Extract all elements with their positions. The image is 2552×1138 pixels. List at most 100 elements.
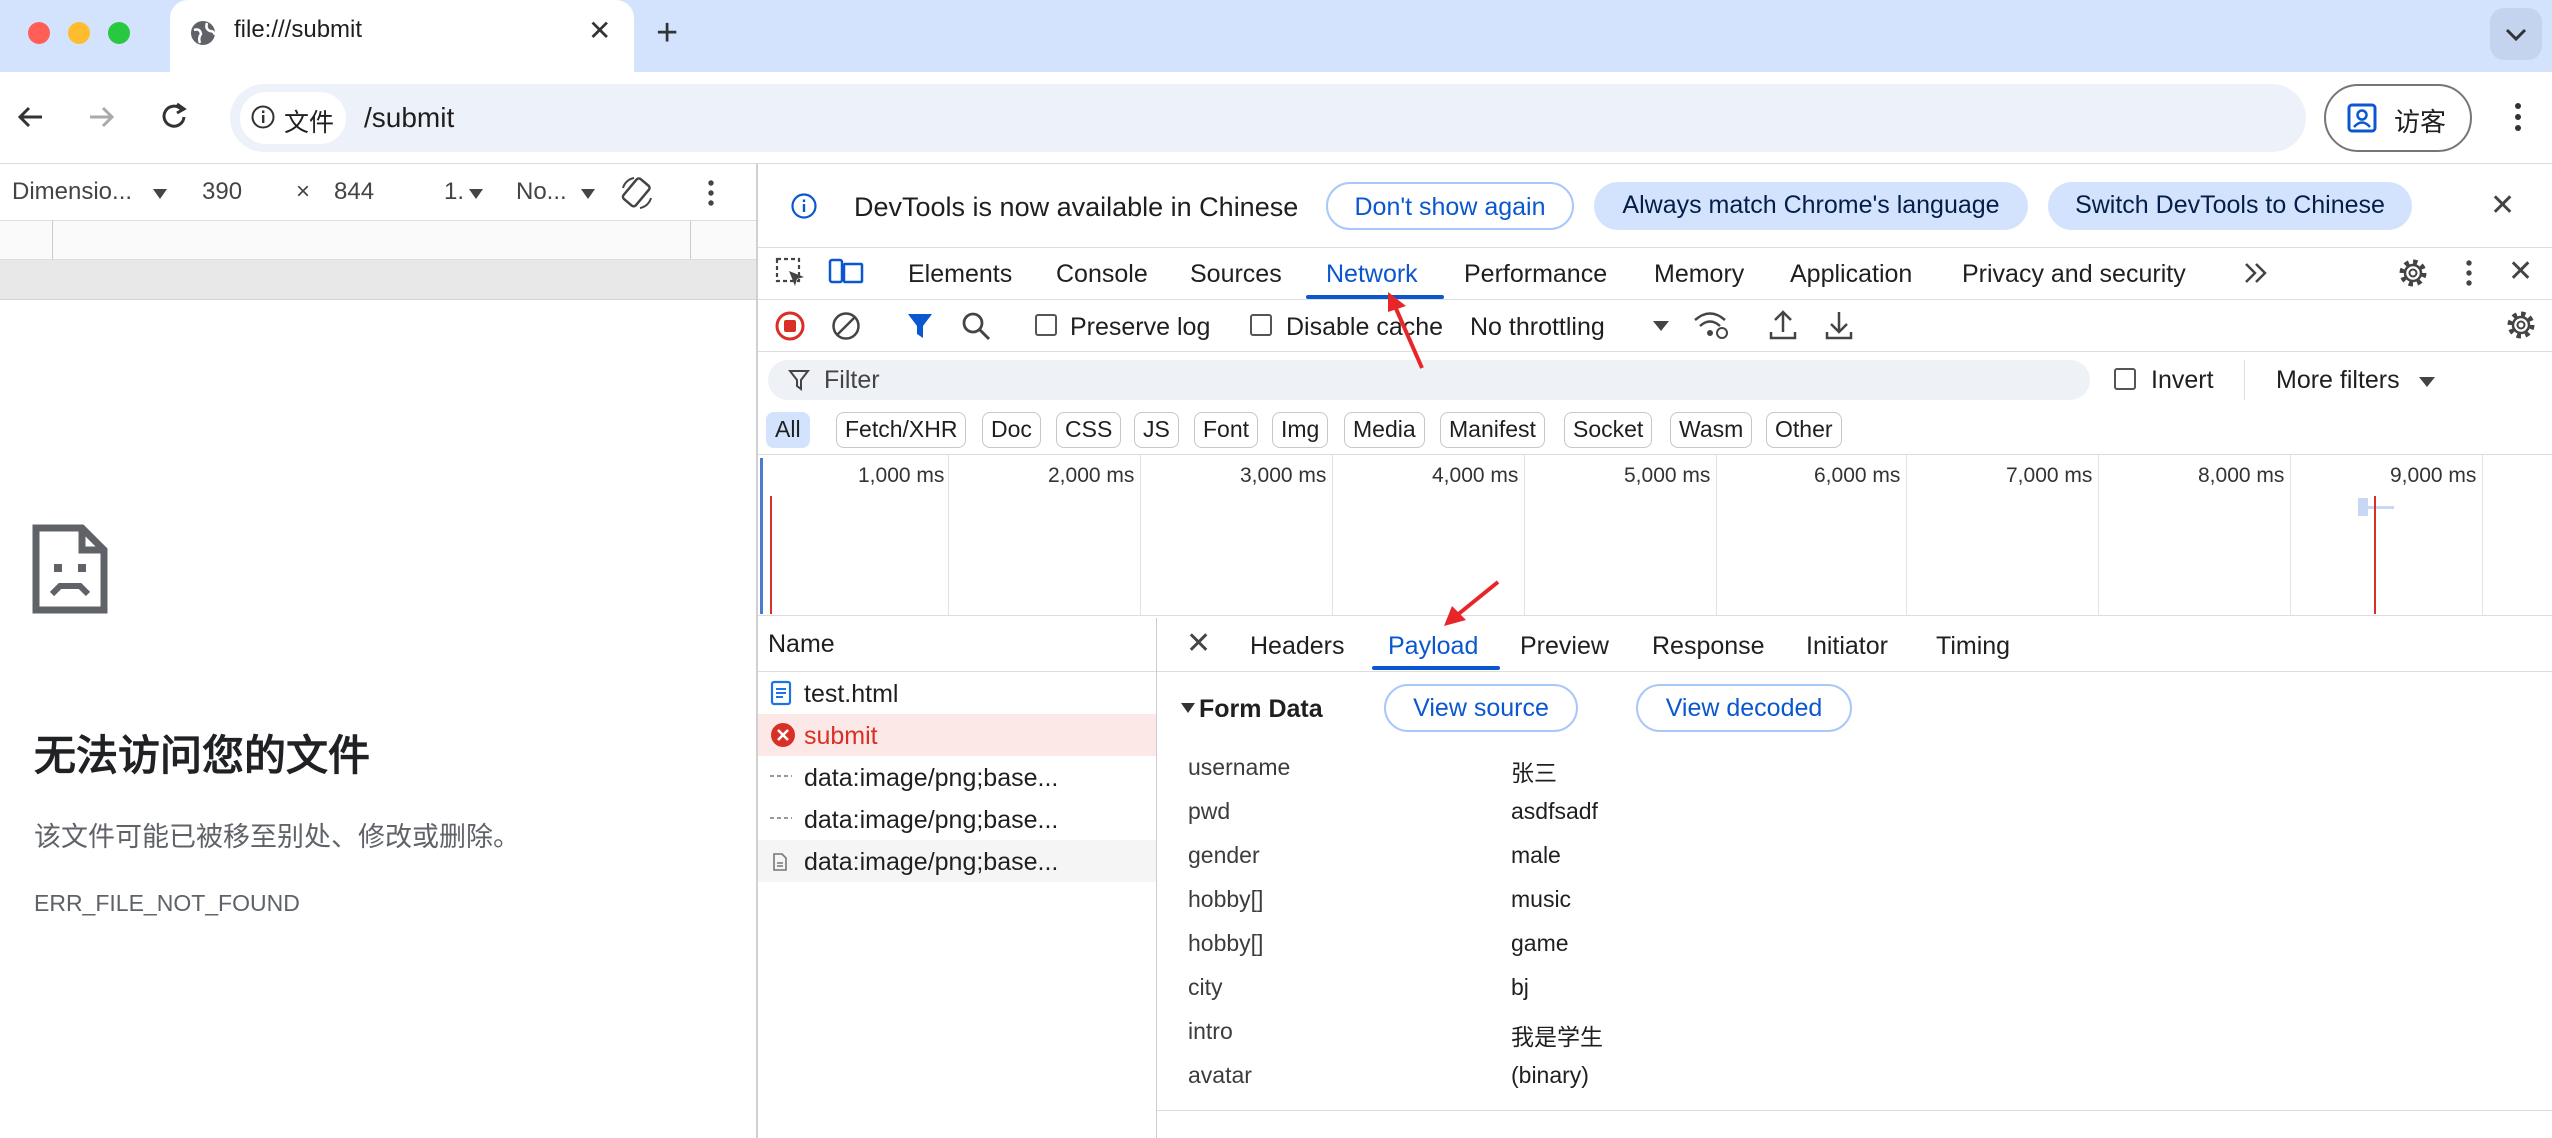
timeline-gridline	[1140, 455, 1141, 615]
export-har-icon[interactable]	[1824, 308, 1854, 342]
tab-response[interactable]: Response	[1652, 632, 1765, 661]
view-source-button[interactable]: View source	[1384, 684, 1578, 732]
more-tabs-icon[interactable]	[2240, 258, 2272, 288]
tab-title: file:///submit	[234, 16, 363, 43]
form-key: pwd	[1188, 798, 1231, 824]
tab-privacy-security[interactable]: Privacy and security	[1962, 260, 2186, 289]
url-text[interactable]: /submit	[364, 102, 454, 134]
form-value: (binary)	[1511, 1062, 1589, 1088]
timeline-gridline	[948, 455, 949, 615]
tab-application[interactable]: Application	[1790, 260, 1912, 289]
timeline-tick: 4,000 ms	[1432, 464, 1519, 487]
tab-elements[interactable]: Elements	[908, 260, 1012, 289]
timeline-tick: 8,000 ms	[2198, 464, 2285, 487]
dont-show-again-button[interactable]: Don't show again	[1326, 182, 1574, 230]
request-name: submit	[804, 722, 878, 750]
chip-font[interactable]: Font	[1194, 412, 1259, 448]
tab-console[interactable]: Console	[1056, 260, 1148, 289]
chip-css[interactable]: CSS	[1056, 412, 1122, 448]
request-name: test.html	[804, 680, 899, 708]
disable-cache-checkbox[interactable]	[1250, 314, 1272, 336]
devtools-settings-icon[interactable]	[2396, 256, 2430, 290]
timeline-gridline	[1332, 455, 1333, 615]
form-key: intro	[1188, 1018, 1233, 1044]
chip-doc[interactable]: Doc	[982, 412, 1041, 448]
preserve-log-checkbox[interactable]	[1035, 314, 1057, 336]
network-settings-icon[interactable]	[2504, 308, 2538, 342]
maximize-window-button[interactable]	[108, 22, 130, 44]
form-value: game	[1511, 930, 1569, 956]
invert-label: Invert	[2151, 366, 2214, 394]
back-icon[interactable]	[14, 100, 48, 134]
request-name: data:image/png;base...	[804, 764, 1059, 792]
form-data-title[interactable]: Form Data	[1199, 695, 1323, 724]
image-placeholder-icon	[770, 775, 792, 777]
dimensions-dropdown[interactable]: Dimensio...	[12, 178, 132, 206]
detail-close-icon[interactable]: ✕	[1186, 626, 1211, 661]
info-icon	[250, 104, 276, 130]
search-icon[interactable]	[960, 310, 992, 342]
view-decoded-button[interactable]: View decoded	[1636, 684, 1852, 732]
tab-headers[interactable]: Headers	[1250, 632, 1345, 661]
infobar-close-icon[interactable]: ✕	[2490, 188, 2515, 223]
devtools-close-icon[interactable]: ✕	[2508, 254, 2533, 289]
record-stop-icon[interactable]	[774, 310, 806, 342]
tab-network[interactable]: Network	[1326, 260, 1418, 289]
devtools-menu-icon[interactable]	[2462, 258, 2476, 288]
form-key: username	[1188, 754, 1291, 780]
device-throttle-dropdown[interactable]: No...	[516, 178, 567, 206]
collapse-triangle-icon[interactable]	[1180, 702, 1196, 714]
filter-divider	[2244, 360, 2245, 400]
tab-search-button[interactable]	[2490, 8, 2542, 60]
chip-js[interactable]: JS	[1134, 412, 1179, 448]
tab-memory[interactable]: Memory	[1654, 260, 1744, 289]
rotate-icon[interactable]	[618, 174, 656, 212]
tab-timing[interactable]: Timing	[1936, 632, 2010, 661]
switch-devtools-chinese-button[interactable]: Switch DevTools to Chinese	[2048, 182, 2412, 230]
device-width-input[interactable]: 390	[202, 178, 242, 206]
request-name: data:image/png;base...	[804, 848, 1059, 876]
list-detail-divider[interactable]	[1156, 618, 1157, 1138]
active-detail-tab-indicator	[1372, 666, 1500, 670]
device-more-icon[interactable]	[704, 178, 718, 208]
address-bar[interactable]	[230, 84, 2306, 152]
chip-all[interactable]: All	[766, 412, 810, 448]
filter-funnel-icon[interactable]	[906, 310, 934, 342]
tab-performance[interactable]: Performance	[1464, 260, 1607, 289]
close-window-button[interactable]	[28, 22, 50, 44]
chip-wasm[interactable]: Wasm	[1670, 412, 1753, 448]
invert-checkbox[interactable]	[2114, 368, 2136, 390]
throttle-caret-icon	[580, 188, 596, 200]
clear-icon[interactable]	[830, 310, 862, 342]
minimize-window-button[interactable]	[68, 22, 90, 44]
chip-img[interactable]: Img	[1272, 412, 1329, 448]
device-height-input[interactable]: 844	[334, 178, 374, 206]
chip-fetch-xhr[interactable]: Fetch/XHR	[836, 412, 967, 448]
import-har-icon[interactable]	[1768, 308, 1798, 342]
browser-menu-icon[interactable]	[2510, 100, 2526, 134]
more-filters-dropdown[interactable]: More filters	[2276, 366, 2400, 395]
forward-icon[interactable]	[84, 100, 118, 134]
tab-payload[interactable]: Payload	[1388, 632, 1478, 661]
throttling-select[interactable]: No throttling	[1470, 313, 1605, 342]
network-conditions-icon[interactable]	[1692, 308, 1730, 342]
media-query-band	[0, 260, 756, 300]
inspect-element-icon[interactable]	[774, 256, 808, 290]
document-icon	[770, 680, 792, 706]
tab-preview[interactable]: Preview	[1520, 632, 1609, 661]
device-toggle-icon[interactable]	[828, 256, 864, 290]
chip-media[interactable]: Media	[1344, 412, 1425, 448]
reload-icon[interactable]	[157, 100, 191, 134]
tab-sources[interactable]: Sources	[1190, 260, 1282, 289]
chip-socket[interactable]: Socket	[1564, 412, 1653, 448]
zoom-dropdown[interactable]: 1.	[444, 178, 464, 206]
tab-initiator[interactable]: Initiator	[1806, 632, 1888, 661]
infobar-message: DevTools is now available in Chinese	[854, 192, 1299, 222]
chip-manifest[interactable]: Manifest	[1440, 412, 1545, 448]
tab-close-icon[interactable]: ✕	[588, 16, 611, 46]
chip-other[interactable]: Other	[1766, 412, 1842, 448]
new-tab-button[interactable]: +	[656, 12, 678, 55]
timeline-tick: 6,000 ms	[1814, 464, 1901, 487]
annotation-arrow-icon	[1444, 580, 1500, 626]
always-match-language-button[interactable]: Always match Chrome's language	[1594, 182, 2028, 230]
